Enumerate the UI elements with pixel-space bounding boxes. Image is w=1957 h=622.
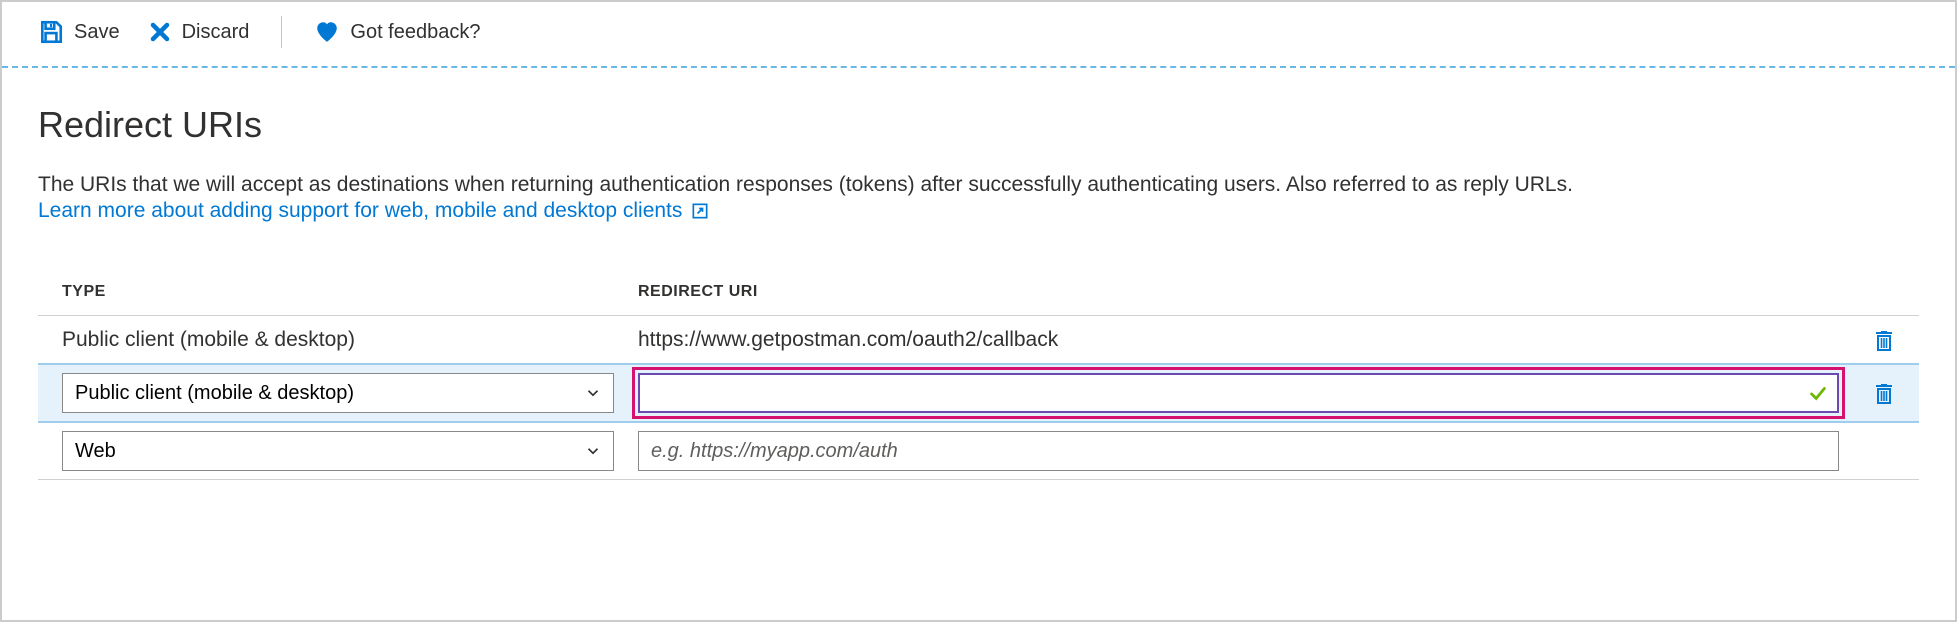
redirect-uri-input[interactable]	[638, 431, 1839, 471]
save-button[interactable]: Save	[38, 19, 120, 45]
feedback-button[interactable]: Got feedback?	[314, 19, 480, 45]
save-label: Save	[74, 21, 120, 44]
row-uri-value: https://www.getpostman.com/oauth2/callba…	[638, 328, 1849, 352]
feedback-label: Got feedback?	[350, 21, 480, 44]
type-select-wrap: Web	[62, 431, 614, 471]
uri-input-wrap	[638, 373, 1839, 413]
type-select[interactable]: Web	[62, 431, 614, 471]
section-description: The URIs that we will accept as destinat…	[38, 170, 1919, 199]
learn-more-text: Learn more about adding support for web,…	[38, 199, 682, 223]
learn-more-link[interactable]: Learn more about adding support for web,…	[38, 199, 710, 223]
table-bottom-divider	[38, 479, 1919, 480]
command-bar: Save Discard Got feedback?	[2, 2, 1955, 66]
col-header-uri: REDIRECT URI	[638, 283, 1849, 301]
app-frame: Save Discard Got feedback? Redirect URIs…	[0, 0, 1957, 622]
section-title: Redirect URIs	[38, 104, 1919, 146]
table-row: Public client (mobile & desktop) https:/…	[38, 315, 1919, 363]
discard-button[interactable]: Discard	[148, 20, 250, 44]
redirect-uri-table: TYPE REDIRECT URI Public client (mobile …	[38, 271, 1919, 480]
row-type-value: Public client (mobile & desktop)	[62, 328, 638, 352]
table-row: Public client (mobile & desktop)	[38, 363, 1919, 423]
checkmark-icon	[1807, 382, 1829, 404]
delete-row-button[interactable]	[1872, 327, 1896, 353]
type-select[interactable]: Public client (mobile & desktop)	[62, 373, 614, 413]
content-area: Redirect URIs The URIs that we will acce…	[2, 68, 1955, 500]
discard-label: Discard	[182, 21, 250, 44]
table-row: Web	[38, 423, 1919, 479]
redirect-uri-input[interactable]	[638, 373, 1839, 413]
type-select-wrap: Public client (mobile & desktop)	[62, 373, 614, 413]
save-icon	[38, 19, 64, 45]
discard-icon	[148, 20, 172, 44]
external-link-icon	[690, 201, 710, 221]
toolbar-separator	[281, 16, 282, 48]
delete-row-button[interactable]	[1872, 380, 1896, 406]
uri-input-wrap	[638, 431, 1839, 471]
table-header: TYPE REDIRECT URI	[38, 271, 1919, 315]
heart-icon	[314, 19, 340, 45]
col-header-type: TYPE	[62, 283, 638, 301]
